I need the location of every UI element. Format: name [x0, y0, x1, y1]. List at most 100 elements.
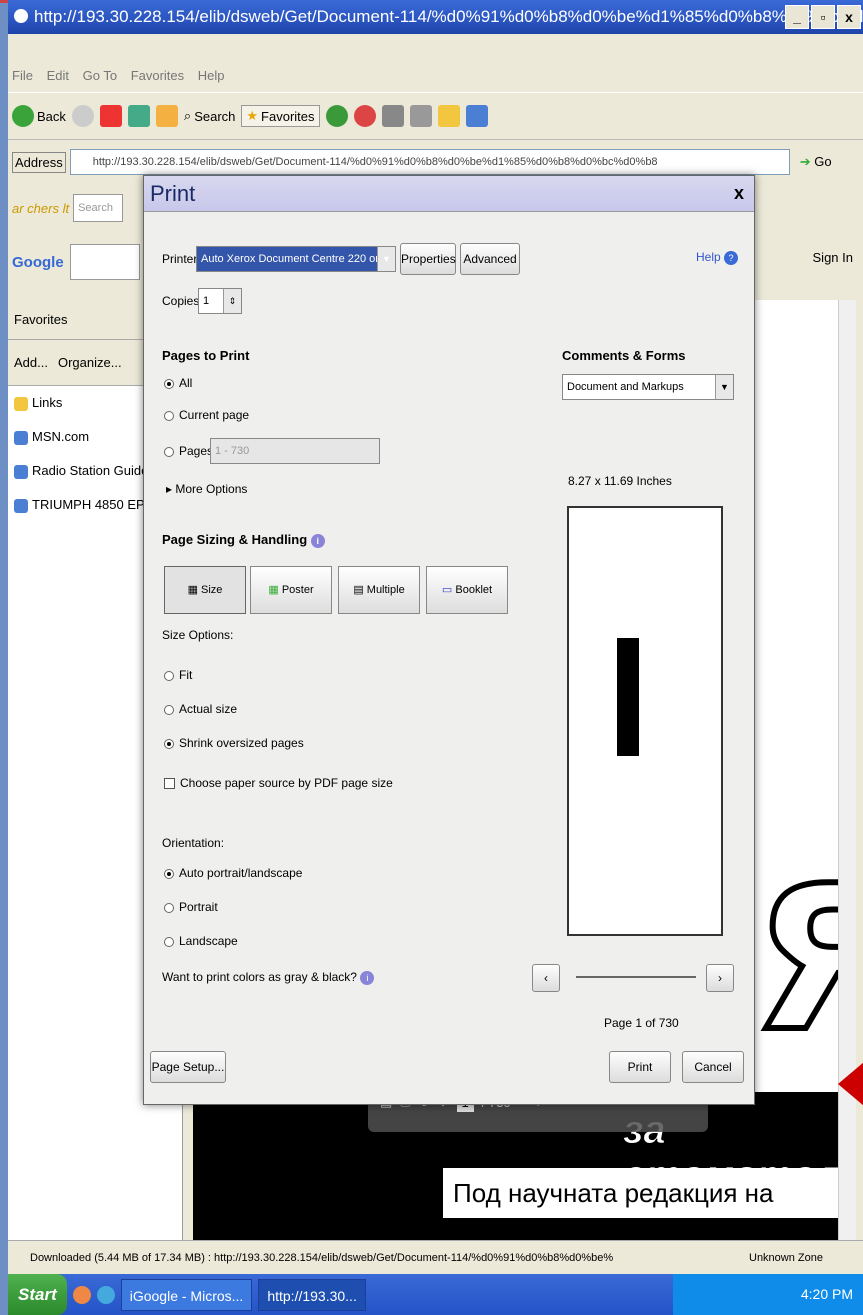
star-icon: ★ — [246, 108, 259, 123]
print-dialog-title: Print — [144, 176, 754, 212]
browser-toolbar: Back ⌕ Search ★ Favorites — [8, 92, 863, 140]
page-icon — [14, 498, 28, 513]
task-http[interactable]: http://193.30... — [258, 1278, 366, 1311]
print-button[interactable]: Print — [609, 1051, 671, 1083]
ie-icon — [14, 9, 28, 23]
cover-editor-line: Под научната редакция на — [443, 1168, 856, 1218]
printer-label: Printer: — [162, 252, 201, 266]
status-bar: Downloaded (5.44 MB of 17.34 MB) : http:… — [8, 1240, 863, 1274]
search-icon: ⌕ — [183, 108, 192, 123]
pages-all-radio[interactable]: All — [164, 376, 192, 390]
page-setup-button[interactable]: Page Setup... — [150, 1051, 226, 1083]
toolbar-search-input[interactable]: Search — [73, 194, 124, 222]
messenger-icon[interactable] — [465, 105, 488, 127]
back-button[interactable]: Back — [12, 105, 66, 127]
portrait-radio[interactable]: Portrait — [164, 900, 218, 914]
refresh-icon[interactable] — [127, 105, 150, 127]
properties-button[interactable]: Properties — [400, 243, 456, 275]
sign-in-link[interactable]: Sign In — [813, 250, 853, 265]
search-button[interactable]: ⌕ Search — [184, 108, 235, 124]
go-button[interactable]: ➔ Go — [800, 154, 832, 170]
comments-forms-heading: Comments & Forms — [562, 348, 686, 363]
home-icon[interactable] — [155, 105, 178, 127]
page-of-label: Page 1 of 730 — [604, 1016, 679, 1030]
size-options-label: Size Options: — [162, 628, 234, 642]
menu-bar: File Edit Go To Favorites Help — [8, 62, 863, 90]
start-button[interactable]: Start — [8, 1274, 67, 1315]
shrink-oversized-radio[interactable]: Shrink oversized pages — [164, 736, 304, 750]
print-dialog: Print x Printer: Auto Xerox Document Cen… — [143, 175, 755, 1105]
stop-icon[interactable] — [99, 105, 122, 127]
google-search-input[interactable] — [69, 244, 140, 280]
landscape-radio[interactable]: Landscape — [164, 934, 238, 948]
help-icon: ? — [724, 250, 739, 265]
menu-help[interactable]: Help — [198, 68, 225, 83]
dialog-close-button[interactable]: x — [728, 182, 750, 204]
info-icon[interactable]: i — [360, 970, 375, 985]
preview-slider[interactable] — [576, 976, 696, 978]
task-igoogle[interactable]: iGoogle - Micros... — [120, 1278, 253, 1311]
menu-favorites[interactable]: Favorites — [131, 68, 184, 83]
zone-indicator: Unknown Zone — [749, 1252, 823, 1264]
menu-file[interactable]: File — [12, 68, 33, 83]
more-options-toggle[interactable]: ▸ More Options — [166, 482, 247, 496]
preview-prev-button[interactable]: ‹ — [532, 964, 560, 992]
menu-goto[interactable]: Go To — [83, 68, 117, 83]
comments-forms-select[interactable]: Document and Markups ▼ — [562, 374, 734, 400]
orientation-label: Orientation: — [162, 836, 225, 850]
taskbar: Start iGoogle - Micros... http://193.30.… — [8, 1274, 863, 1315]
browser-title-bar: http://193.30.228.154/elib/dsweb/Get/Doc… — [8, 0, 863, 34]
quicklaunch-icon[interactable] — [72, 1285, 91, 1304]
copies-label: Copies: — [162, 294, 203, 308]
pages-range-radio[interactable]: Pages — [164, 444, 213, 458]
preview-next-button[interactable]: › — [706, 964, 734, 992]
organize-favorites-button[interactable]: Organize... — [58, 340, 122, 385]
auto-orientation-radio[interactable]: Auto portrait/landscape — [164, 866, 302, 880]
toolbar-logo: ar chers lt — [12, 200, 70, 216]
gray-print-question: Want to print colors as gray & black? i — [162, 970, 375, 985]
printer-select[interactable]: Auto Xerox Document Centre 220 on C3L ▼ — [196, 246, 396, 272]
copies-stepper[interactable]: 1 ⇕ — [198, 288, 242, 314]
edit-icon[interactable] — [409, 105, 432, 127]
mail-icon[interactable] — [353, 105, 376, 127]
tab-booklet[interactable]: ▭ Booklet — [426, 566, 508, 614]
favorites-button[interactable]: ★ Favorites — [241, 105, 320, 127]
chevron-down-icon: ▼ — [377, 247, 395, 271]
address-input[interactable]: http://193.30.228.154/elib/dsweb/Get/Doc… — [69, 149, 790, 175]
google-logo: Google — [12, 253, 64, 271]
close-button[interactable]: x — [837, 5, 861, 29]
add-favorite-button[interactable]: Add... — [14, 340, 48, 385]
minimize-button[interactable]: _ — [785, 5, 809, 29]
pages-to-print-heading: Pages to Print — [162, 348, 250, 363]
address-label: Address — [12, 151, 66, 173]
ie-quicklaunch-icon[interactable] — [96, 1285, 115, 1304]
actual-size-radio[interactable]: Actual size — [164, 702, 237, 716]
cancel-button[interactable]: Cancel — [682, 1051, 744, 1083]
go-arrow-icon: ➔ — [799, 154, 811, 169]
advanced-button[interactable]: Advanced — [460, 243, 520, 275]
paper-size-label: 8.27 x 11.69 Inches — [568, 474, 672, 488]
poster-icon: ▦ — [268, 584, 279, 596]
history-icon[interactable] — [325, 105, 348, 127]
forward-button[interactable] — [71, 105, 94, 127]
maximize-button[interactable]: ▫ — [811, 5, 835, 29]
browser-window: http://193.30.228.154/elib/dsweb/Get/Doc… — [8, 0, 863, 1315]
folder-icon[interactable] — [437, 105, 460, 127]
tab-multiple[interactable]: ▤ Multiple — [338, 566, 420, 614]
pages-range-input[interactable]: 1 - 730 — [210, 438, 380, 464]
annotation-arrow-icon — [838, 1062, 863, 1106]
tab-size[interactable]: ▦ Size — [164, 566, 246, 614]
preview-page-graphic — [617, 638, 639, 756]
paper-source-checkbox[interactable]: Choose paper source by PDF page size — [164, 776, 393, 790]
help-link[interactable]: Help ? — [696, 250, 739, 265]
chevron-down-icon: ▼ — [715, 375, 733, 399]
current-page-radio[interactable]: Current page — [164, 408, 249, 422]
browser-title: http://193.30.228.154/elib/dsweb/Get/Doc… — [34, 7, 863, 26]
menu-edit[interactable]: Edit — [47, 68, 69, 83]
back-arrow-icon — [12, 105, 34, 127]
info-icon: i — [310, 533, 325, 548]
print-icon[interactable] — [381, 105, 404, 127]
fit-radio[interactable]: Fit — [164, 668, 192, 682]
page-icon — [14, 464, 28, 479]
tab-poster[interactable]: ▦ Poster — [250, 566, 332, 614]
